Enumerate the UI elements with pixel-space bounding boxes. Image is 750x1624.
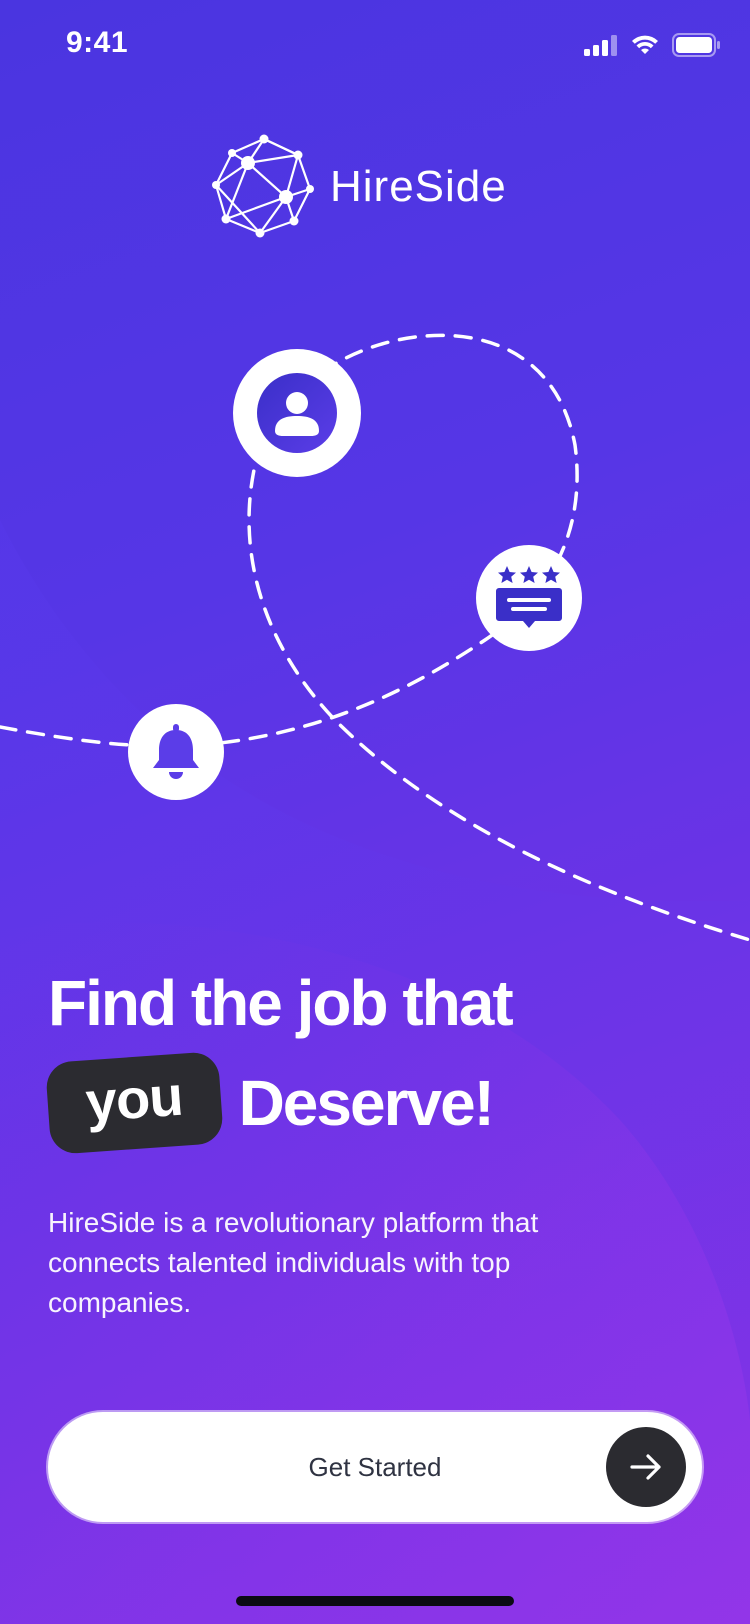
background-decoration xyxy=(0,333,750,1624)
onboarding-screen: 9:41 HireSide Find the job that you Dese… xyxy=(0,0,750,1624)
network-globe-icon xyxy=(212,134,314,238)
status-bar: 9:41 xyxy=(0,0,750,92)
headline-line-1: Find the job that xyxy=(48,967,514,1039)
review-stars-icon xyxy=(496,566,562,628)
highlight-pill: you xyxy=(45,1051,224,1155)
get-started-button[interactable]: Get Started xyxy=(48,1412,702,1522)
battery-icon xyxy=(672,33,720,57)
arrow-right-icon xyxy=(630,1454,661,1480)
user-icon xyxy=(257,373,337,453)
get-started-label: Get Started xyxy=(308,1451,442,1482)
headline: Find the job that you Deserve! xyxy=(45,965,514,1155)
arrow-button[interactable] xyxy=(606,1427,686,1507)
status-icons xyxy=(584,32,720,58)
app-name: HireSide xyxy=(330,162,507,211)
headline-line-2: you Deserve! xyxy=(45,1051,512,1155)
bell-icon xyxy=(153,724,199,779)
home-indicator xyxy=(236,1596,514,1606)
headline-rest: Deserve! xyxy=(238,1067,495,1139)
app-logo: HireSide xyxy=(210,132,507,242)
description-text: HireSide is a revolutionary platform tha… xyxy=(48,1207,539,1318)
notification-bubble xyxy=(128,704,224,800)
status-time: 9:41 xyxy=(66,26,129,59)
cellular-signal-icon xyxy=(584,35,617,56)
user-bubble xyxy=(233,349,361,477)
wifi-icon xyxy=(632,35,658,54)
review-bubble xyxy=(476,545,582,651)
